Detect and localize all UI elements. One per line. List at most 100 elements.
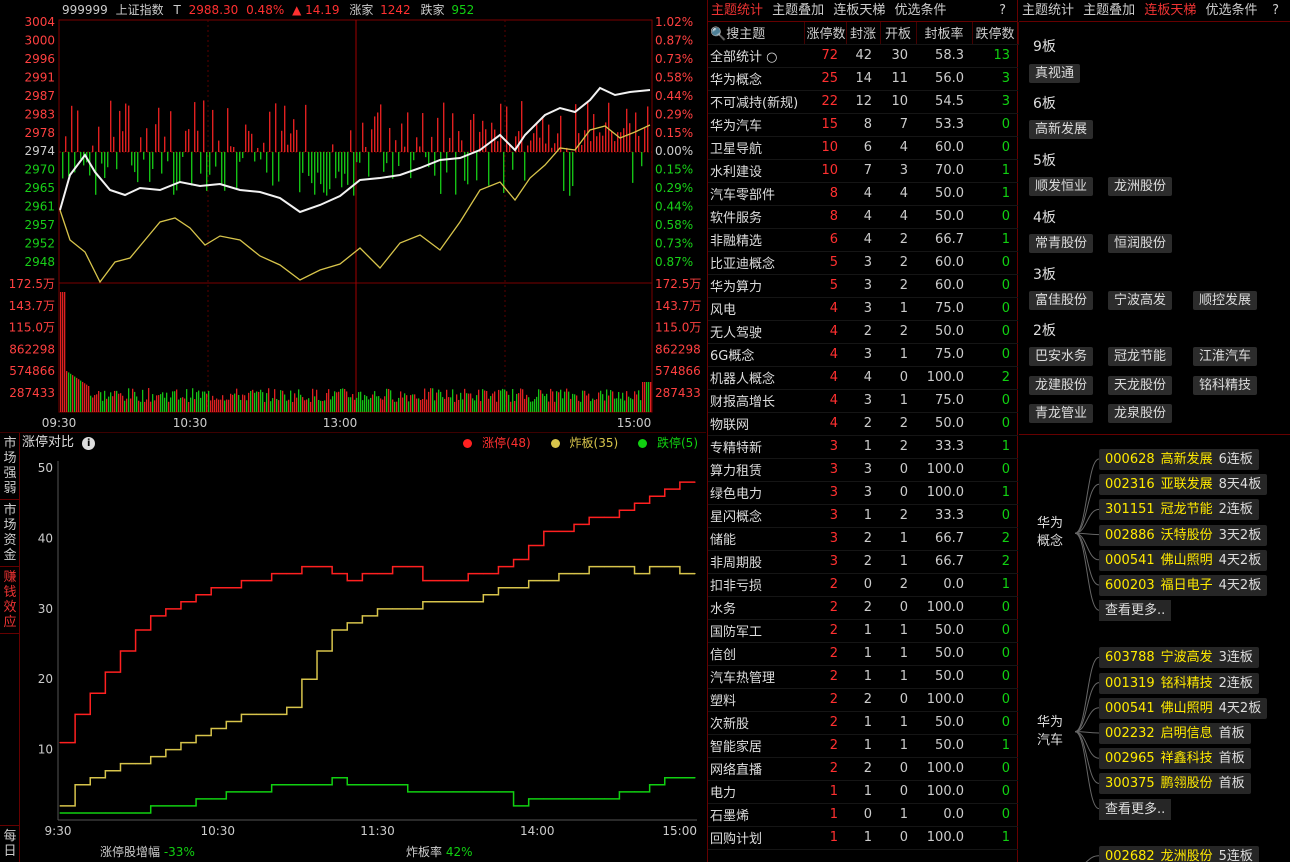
theme-row[interactable]: 卫星导航 10 6 4 60.0 0 bbox=[708, 136, 1018, 160]
ladder-stock-chip[interactable]: 龙泉股份 bbox=[1108, 404, 1173, 423]
theme-row[interactable]: 回购计划 1 1 0 100.0 1 bbox=[708, 826, 1018, 850]
ladder-stock-chip[interactable]: 江淮汽车 bbox=[1193, 347, 1258, 366]
ladder-stock-chip[interactable]: 富佳股份 bbox=[1029, 291, 1094, 310]
theme-row[interactable]: 不可减持(新规) 22 12 10 54.5 3 bbox=[708, 90, 1018, 114]
tree-stock-item[interactable]: 002316 亚联发展 8天4板 bbox=[1099, 474, 1268, 496]
theme-row[interactable]: 智能家居 2 1 1 50.0 1 bbox=[708, 734, 1018, 758]
theme-row[interactable]: 汽车热管理 2 1 1 50.0 0 bbox=[708, 665, 1018, 689]
col-sealed[interactable]: 封涨 bbox=[846, 22, 881, 45]
theme-name: 石墨烯 bbox=[708, 803, 804, 827]
help-icon[interactable]: ? bbox=[999, 0, 1006, 22]
theme-row[interactable]: 华为算力 5 3 2 60.0 0 bbox=[708, 274, 1018, 298]
ladder-stock-chip[interactable]: 宁波高发 bbox=[1108, 291, 1173, 310]
tree-stock-item[interactable]: 002965 祥鑫科技 首板 bbox=[1099, 748, 1251, 770]
theme-row[interactable]: 绿色电力 3 3 0 100.0 1 bbox=[708, 481, 1018, 505]
tab-filter-2[interactable]: 优选条件 bbox=[1205, 3, 1257, 18]
ladder-stock-chip[interactable]: 真视通 bbox=[1029, 64, 1081, 83]
tab-ladder-2[interactable]: 连板天梯 bbox=[1144, 3, 1196, 18]
volume-bar bbox=[324, 400, 326, 412]
tree-stock-item[interactable]: 000541 佛山照明 4天2板 bbox=[1099, 549, 1268, 571]
theme-row[interactable]: 财报高增长 4 3 1 75.0 0 bbox=[708, 389, 1018, 413]
help-icon-2[interactable]: ? bbox=[1272, 0, 1279, 22]
ladder-stock-chip[interactable]: 顺发恒业 bbox=[1029, 177, 1094, 196]
theme-row[interactable]: 水务 2 2 0 100.0 0 bbox=[708, 596, 1018, 620]
tab-theme-overlay[interactable]: 主题叠加 bbox=[772, 3, 824, 18]
index-intraday-chart[interactable]: 3004 1.02% 3000 0.87% 2996 0.73% 2991 0.58% 2987… bbox=[0, 0, 706, 433]
tab-market-funds[interactable]: 市场资金 bbox=[0, 500, 20, 567]
tab-theme-overlay-2[interactable]: 主题叠加 bbox=[1083, 3, 1135, 18]
theme-row[interactable]: 星闪概念 3 1 2 33.3 0 bbox=[708, 504, 1018, 528]
tab-filter[interactable]: 优选条件 bbox=[894, 3, 946, 18]
col-open[interactable]: 开板 bbox=[880, 22, 917, 45]
theme-cell: 0 bbox=[880, 780, 916, 804]
theme-row[interactable]: 非融精选 6 4 2 66.7 1 bbox=[708, 228, 1018, 252]
volume-bar bbox=[210, 400, 212, 412]
tab-money-effect[interactable]: 赚钱效应 bbox=[0, 567, 20, 634]
theme-row[interactable]: 储能 3 2 1 66.7 2 bbox=[708, 527, 1018, 551]
info-icon[interactable]: i bbox=[82, 437, 96, 450]
ladder-stock-chip[interactable]: 冠龙节能 bbox=[1108, 347, 1173, 366]
tree-stock-item[interactable]: 002682 龙洲股份 5连板 bbox=[1099, 845, 1259, 862]
ladder-stock-chip[interactable]: 龙洲股份 bbox=[1108, 177, 1173, 196]
view-more-button[interactable]: 查看更多.. bbox=[1099, 798, 1172, 820]
ladder-stock-chip[interactable]: 高新发展 bbox=[1029, 120, 1094, 139]
theme-row[interactable]: 塑料 2 2 0 100.0 0 bbox=[708, 688, 1018, 712]
tree-stock-item[interactable]: 000541 佛山照明 4天2板 bbox=[1099, 697, 1268, 719]
refresh-icon[interactable]: ○ bbox=[762, 50, 777, 65]
tab-ladder[interactable]: 连板天梯 bbox=[833, 3, 885, 18]
theme-row[interactable]: 全部统计 ○ 72 42 30 58.3 13 bbox=[708, 44, 1018, 68]
theme-row[interactable]: 机器人概念 4 4 0 100.0 2 bbox=[708, 366, 1018, 390]
tree-stock-item[interactable]: 001319 铭科精技 2连板 bbox=[1099, 672, 1259, 694]
theme-row[interactable]: 6G概念 4 3 1 75.0 0 bbox=[708, 343, 1018, 367]
theme-row[interactable]: 非周期股 3 2 1 66.7 2 bbox=[708, 550, 1018, 574]
tab-daily[interactable]: 每日 bbox=[0, 825, 20, 862]
theme-row[interactable]: 算力租赁 3 3 0 100.0 0 bbox=[708, 458, 1018, 482]
ladder-stock-chip[interactable]: 顺控发展 bbox=[1193, 291, 1258, 310]
search-theme-header[interactable]: 🔍搜主题 bbox=[708, 22, 805, 45]
tab-market-strength[interactable]: 市场强弱 bbox=[0, 433, 20, 500]
theme-row[interactable]: 水利建设 10 7 3 70.0 1 bbox=[708, 159, 1018, 183]
ladder-stock-chip[interactable]: 青龙管业 bbox=[1029, 404, 1094, 423]
tab-theme-stats-2[interactable]: 主题统计 bbox=[1022, 3, 1074, 18]
tree-stock-item[interactable]: 300375 鹏翎股份 首板 bbox=[1099, 773, 1251, 795]
theme-row[interactable]: 信创 2 1 1 50.0 0 bbox=[708, 642, 1018, 666]
ladder-stock-chip[interactable]: 龙建股份 bbox=[1029, 376, 1094, 395]
col-limit-down[interactable]: 跌停数 bbox=[972, 22, 1019, 45]
theme-row[interactable]: 比亚迪概念 5 3 2 60.0 0 bbox=[708, 251, 1018, 275]
breadth-bar bbox=[542, 116, 544, 152]
theme-row[interactable]: 次新股 2 1 1 50.0 0 bbox=[708, 711, 1018, 735]
theme-row[interactable]: 无人驾驶 4 2 2 50.0 0 bbox=[708, 320, 1018, 344]
tree-stock-item[interactable]: 002886 沃特股份 3天2板 bbox=[1099, 524, 1268, 546]
tab-theme-stats[interactable]: 主题统计 bbox=[711, 3, 763, 18]
theme-row[interactable]: 软件服务 8 4 4 50.0 0 bbox=[708, 205, 1018, 229]
theme-row[interactable]: 国防军工 2 1 1 50.0 0 bbox=[708, 619, 1018, 643]
ladder-stock-chip[interactable]: 铭科精技 bbox=[1193, 376, 1258, 395]
view-more-button[interactable]: 查看更多.. bbox=[1099, 600, 1172, 622]
series-point bbox=[392, 784, 394, 786]
col-seal-rate[interactable]: 封板率 bbox=[916, 22, 973, 45]
tree-stock-item[interactable]: 301151 冠龙节能 2连板 bbox=[1099, 499, 1259, 521]
theme-row[interactable]: 风电 4 3 1 75.0 0 bbox=[708, 297, 1018, 321]
ladder-stock-chip[interactable]: 巴安水务 bbox=[1029, 347, 1094, 366]
theme-row[interactable]: 网络直播 2 2 0 100.0 0 bbox=[708, 757, 1018, 781]
theme-row[interactable]: 电力 1 1 0 100.0 0 bbox=[708, 780, 1018, 804]
theme-row[interactable]: 石墨烯 1 0 1 0.0 0 bbox=[708, 803, 1018, 827]
ladder-stock-chip[interactable]: 常青股份 bbox=[1029, 234, 1094, 253]
series-point bbox=[573, 523, 575, 525]
tree-stock-item[interactable]: 002232 启明信息 首板 bbox=[1099, 723, 1251, 744]
limit-compare-chart[interactable]: 10 20 30 40 50 9:30 10:30 11:30 14:00 15:00 bbox=[22, 453, 706, 862]
col-limit-up[interactable]: 涨停数↓ bbox=[804, 22, 847, 45]
theme-row[interactable]: 物联网 4 2 2 50.0 0 bbox=[708, 412, 1018, 436]
tree-stock-item[interactable]: 000628 高新发展 6连板 bbox=[1099, 449, 1259, 470]
theme-row[interactable]: 专精特新 3 1 2 33.3 1 bbox=[708, 435, 1018, 459]
tree-stock-item[interactable]: 603788 宁波高发 3连板 bbox=[1099, 647, 1259, 669]
volume-bar bbox=[252, 389, 254, 412]
theme-row[interactable]: 汽车零部件 8 4 4 50.0 1 bbox=[708, 182, 1018, 206]
tree-stock-item[interactable]: 600203 福日电子 4天2板 bbox=[1099, 575, 1268, 596]
theme-row[interactable]: 华为汽车 15 8 7 53.3 0 bbox=[708, 113, 1018, 137]
ladder-stock-chip[interactable]: 天龙股份 bbox=[1108, 376, 1173, 395]
theme-cell: 50.0 bbox=[916, 205, 972, 229]
ladder-stock-chip[interactable]: 恒润股份 bbox=[1108, 234, 1173, 253]
theme-row[interactable]: 华为概念 25 14 11 56.0 3 bbox=[708, 67, 1018, 91]
theme-row[interactable]: 扣非亏损 2 0 2 0.0 1 bbox=[708, 573, 1018, 597]
